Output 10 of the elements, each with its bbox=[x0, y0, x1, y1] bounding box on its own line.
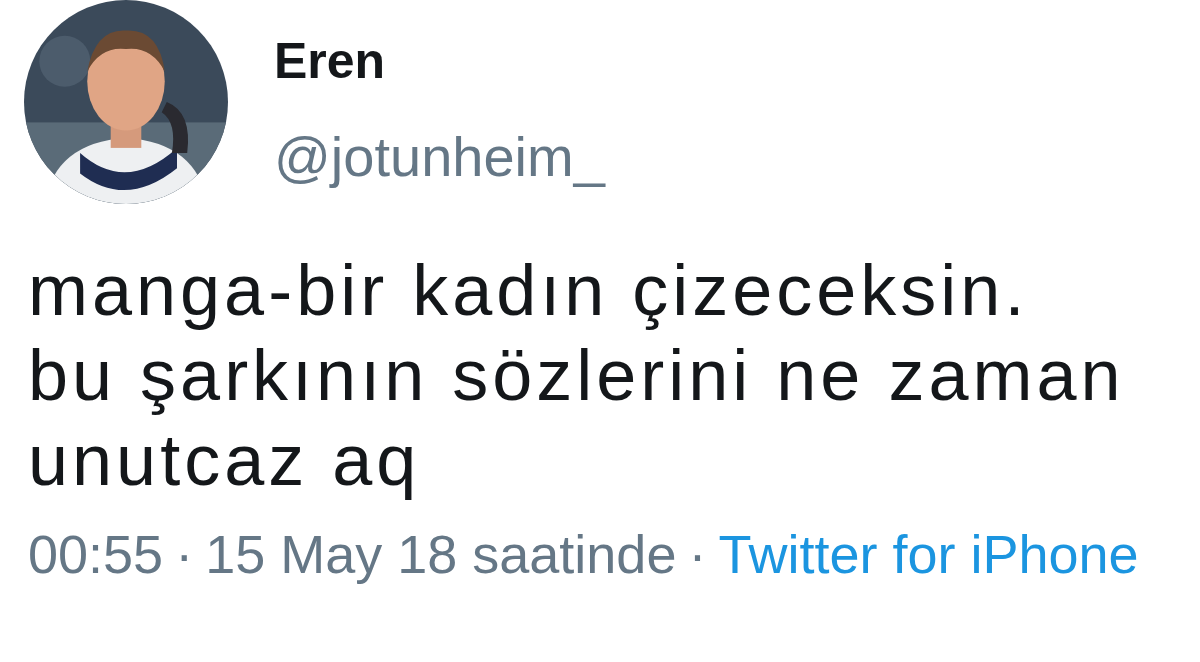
tweet-text-line: manga-bir kadın çizeceksin. bbox=[28, 249, 1030, 332]
user-handle: @jotunheim_ bbox=[274, 123, 605, 189]
source-link[interactable]: Twitter for iPhone bbox=[718, 523, 1139, 585]
user-name: Eren bbox=[274, 31, 387, 90]
separator-dot: · bbox=[688, 523, 707, 585]
tweet-date: 15 May 18 saatinde bbox=[205, 523, 677, 585]
separator-dot: · bbox=[175, 523, 194, 585]
tweet-text-line: bu şarkının sözlerini ne zaman bbox=[28, 334, 1126, 417]
tweet-text-line: unutcaz aq bbox=[28, 419, 422, 502]
tweet-time: 00:55 bbox=[28, 523, 164, 585]
